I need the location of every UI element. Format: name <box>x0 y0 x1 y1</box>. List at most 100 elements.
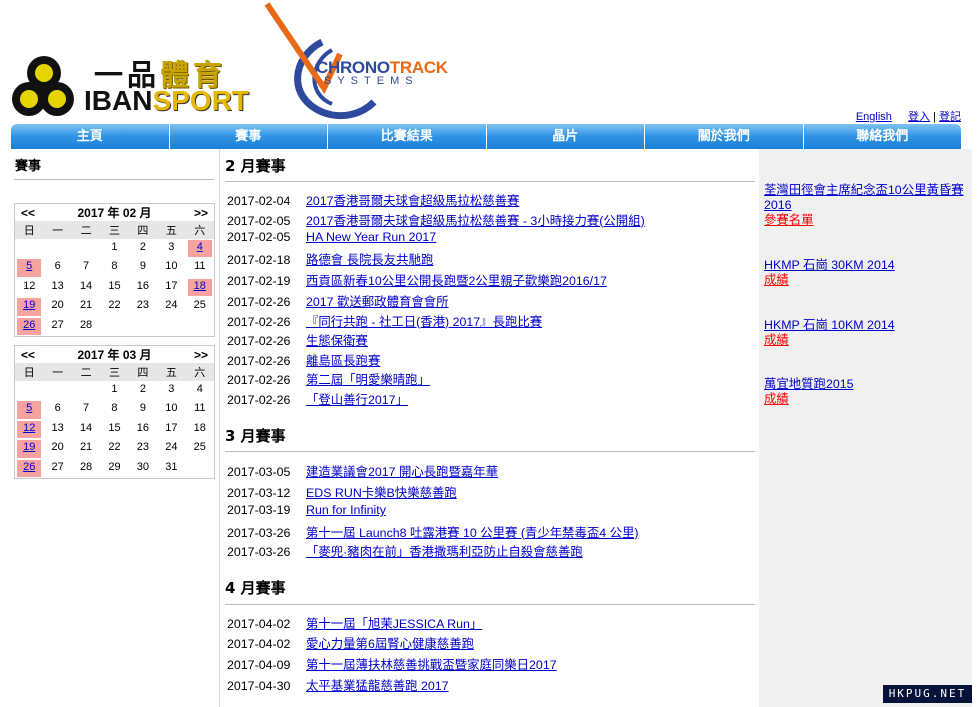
register-link[interactable]: 登記 <box>939 111 961 123</box>
featured-race-link[interactable]: 萬宜地質跑2015 <box>764 377 964 392</box>
left-sidebar: 賽事 << 2017 年 02 月 >> 日 一 二 三 四 五 六 12345… <box>11 149 220 707</box>
english-link[interactable]: English <box>856 111 892 123</box>
weekday-label: 五 <box>165 225 177 237</box>
event-link[interactable]: 路德會 長院長友共馳跑 <box>306 253 433 267</box>
featured-race-link[interactable]: HKMP 石崗 10KM 2014 <box>764 318 964 333</box>
calendar-day-number[interactable]: 12 <box>23 422 35 434</box>
nav-events[interactable]: 賽事 <box>170 124 328 149</box>
calendar-weekday-row: 日 一 二 三 四 五 六 <box>15 221 214 239</box>
calendar-event-day[interactable]: 4 <box>187 240 212 258</box>
event-link[interactable]: 愛心力量第6屆腎心健康慈善跑 <box>306 637 474 651</box>
calendar-day-number[interactable]: 26 <box>23 461 35 473</box>
event-link[interactable]: 第二屆「明愛樂晴跑」 <box>306 373 430 387</box>
nav-about[interactable]: 關於我們 <box>645 124 804 149</box>
weekday-label: 日 <box>23 367 35 379</box>
calendar-event-day[interactable]: 26 <box>17 459 42 477</box>
event-link[interactable]: 「登山善行2017」 <box>306 393 408 407</box>
event-link[interactable]: 建造業議會2017 開心長跑暨嘉年華 <box>306 465 498 479</box>
calendar-day-number[interactable]: 19 <box>23 299 35 311</box>
calendar-day: 27 <box>45 318 69 335</box>
event-link[interactable]: 2017 歡送郵政體育會會所 <box>306 295 449 309</box>
calendar-day: 23 <box>131 440 155 457</box>
calendar-next-button[interactable]: >> <box>194 206 208 220</box>
entry-list-link[interactable]: 參賽名單 <box>764 213 964 228</box>
calendar-event-day[interactable]: 19 <box>17 440 42 458</box>
event-link[interactable]: 第十一屆 Launch8 吐露港賽 10 公里賽 (青少年禁毒盃4 公里) <box>306 526 639 540</box>
calendar-day <box>74 382 98 399</box>
calendar-prev-button[interactable]: << <box>21 348 35 362</box>
calendar-event-day[interactable]: 26 <box>17 317 42 335</box>
calendar-day-number: 25 <box>193 299 206 312</box>
event-date: 2017-04-02 <box>227 617 291 631</box>
featured-race: 荃灣田徑會主席紀念盃10公里黃昏賽2016 參賽名單 <box>764 183 964 228</box>
login-link[interactable]: 登入 <box>908 111 930 123</box>
nav-results[interactable]: 比賽結果 <box>328 124 487 149</box>
calendar-day <box>159 318 183 335</box>
calendar-day-number[interactable]: 18 <box>194 280 206 292</box>
calendar-event-day[interactable]: 12 <box>17 420 42 439</box>
nav-home[interactable]: 主頁 <box>11 124 170 149</box>
calendar-next-button[interactable]: >> <box>194 348 208 362</box>
event-date: 2017-02-05 <box>227 213 291 228</box>
event-link[interactable]: 『同行共跑 - 社工日(香港) 2017』長跑比賽 <box>306 315 542 329</box>
calendar-day-number: 17 <box>165 421 178 434</box>
calendar-day: 20 <box>45 440 69 457</box>
weekday-label: 二 <box>80 225 92 237</box>
event-date: 2017-02-04 <box>227 194 291 208</box>
calendar-event-day[interactable]: 5 <box>17 259 42 277</box>
event-link[interactable]: HA New Year Run 2017 <box>306 230 436 244</box>
results-link[interactable]: 成績 <box>764 273 964 288</box>
event-link[interactable]: 離島區長跑賽 <box>306 354 380 368</box>
calendar-day: 28 <box>74 318 98 335</box>
calendar-day-number: 21 <box>79 441 93 454</box>
calendar-day-number: 13 <box>51 421 64 434</box>
calendar-day-number: 16 <box>136 279 150 292</box>
event-link[interactable]: 2017香港哥爾夫球會超級馬拉松慈善賽 - 3小時接力賽(公開組) <box>306 214 645 228</box>
event-link[interactable]: EDS RUN卡樂B快樂慈善跑 <box>306 486 457 500</box>
featured-race-link[interactable]: HKMP 石崗 30KM 2014 <box>764 258 964 273</box>
event-date: 2017-02-26 <box>227 314 291 329</box>
event-link[interactable]: 太平基業猛龍慈善跑 2017 <box>306 679 449 693</box>
calendar-day: 21 <box>74 440 98 457</box>
calendar-day: 15 <box>102 279 126 296</box>
top-links: English 登入 | 登記 <box>856 108 961 124</box>
results-link[interactable]: 成績 <box>764 392 964 407</box>
iban-sport-logo[interactable]: 一品體育 IBANSPORT <box>12 52 262 122</box>
event-link[interactable]: 2017香港哥爾夫球會超級馬拉松慈善賽 <box>306 194 519 208</box>
nav-contact[interactable]: 聯絡我們 <box>804 124 962 149</box>
month-heading: 4 月賽事 <box>225 579 286 597</box>
calendar-day-number: 1 <box>111 241 118 253</box>
event-link[interactable]: 生態保衛賽 <box>306 334 368 348</box>
calendar-day-number[interactable]: 5 <box>26 402 32 414</box>
event-date: 2017-02-26 <box>227 295 291 309</box>
calendar-day-number: 24 <box>165 299 178 312</box>
featured-race-link[interactable]: 荃灣田徑會主席紀念盃10公里黃昏賽2016 <box>764 183 964 213</box>
event-row: 2017-02-18 路德會 長院長友共馳跑 <box>227 250 433 270</box>
event-link[interactable]: Run for Infinity <box>306 503 386 517</box>
calendar-day-number: 31 <box>165 460 178 473</box>
weekday-label: 三 <box>108 225 120 237</box>
calendar-event-day[interactable]: 18 <box>187 278 212 297</box>
event-link[interactable]: 第十一屆「旭茉JESSICA Run」 <box>306 617 482 631</box>
results-link[interactable]: 成績 <box>764 333 964 348</box>
calendar-day-number[interactable]: 19 <box>23 441 35 453</box>
calendar-day: 11 <box>188 401 212 418</box>
event-link[interactable]: 西貢區新春10公里公開長跑暨2公里親子歡樂跑2016/17 <box>306 274 607 288</box>
calendar-day-number[interactable]: 26 <box>23 319 35 331</box>
calendar-day: 14 <box>74 279 98 296</box>
featured-race: HKMP 石崗 10KM 2014 成績 <box>764 318 964 348</box>
calendar-day-number[interactable]: 5 <box>26 260 32 272</box>
calendar-day-number: 30 <box>136 460 150 473</box>
event-row: 2017-04-09 第十一屆薄扶林慈善挑戰盃暨家庭同樂日2017 <box>227 655 557 675</box>
calendar-day-number: 2 <box>139 241 146 253</box>
nav-chip[interactable]: 晶片 <box>487 124 645 149</box>
event-link[interactable]: 「麥兜·豬肉在前」香港撒瑪利亞防止自殺會慈善跑 <box>306 545 583 559</box>
calendar-title: 2017 年 02 月 <box>77 206 152 220</box>
chronotrack-logo[interactable]: CHRONOTRACK SYSTEMS <box>262 2 462 122</box>
calendar-event-day[interactable]: 5 <box>17 401 42 419</box>
calendar-day-number[interactable]: 4 <box>197 241 203 253</box>
calendar-event-day[interactable]: 19 <box>17 298 42 316</box>
event-link[interactable]: 第十一屆薄扶林慈善挑戰盃暨家庭同樂日2017 <box>306 658 557 672</box>
weekday-label: 五 <box>165 367 177 379</box>
calendar-prev-button[interactable]: << <box>21 206 35 220</box>
